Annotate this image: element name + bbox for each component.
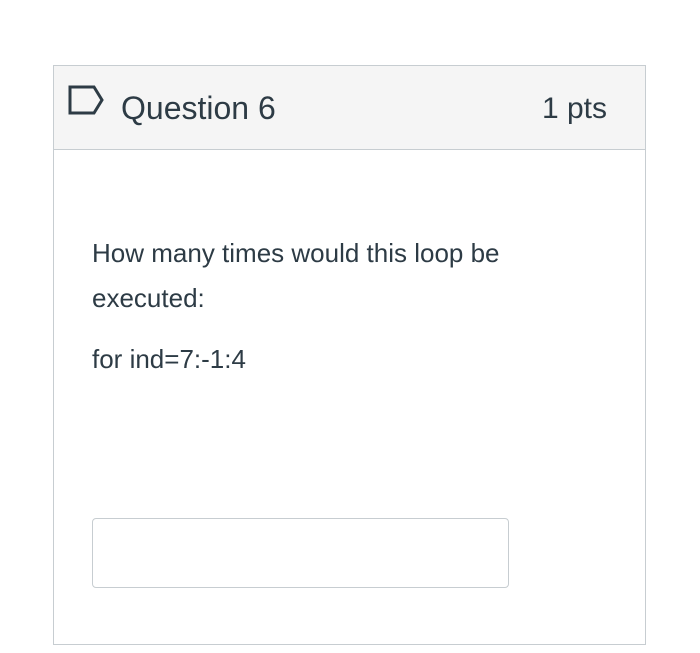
answer-input[interactable]	[92, 518, 509, 588]
question-points: 1 pts	[541, 92, 607, 125]
question-header: Question 6 1 pts	[54, 66, 645, 150]
flag-outline-icon[interactable]	[68, 85, 104, 115]
question-text: How many times would this loop be execut…	[92, 238, 500, 313]
question-title: Question 6	[121, 90, 276, 126]
question-code: for ind=7:-1:4	[92, 344, 246, 374]
question-card: Question 6 1 pts How many times would th…	[53, 65, 646, 645]
